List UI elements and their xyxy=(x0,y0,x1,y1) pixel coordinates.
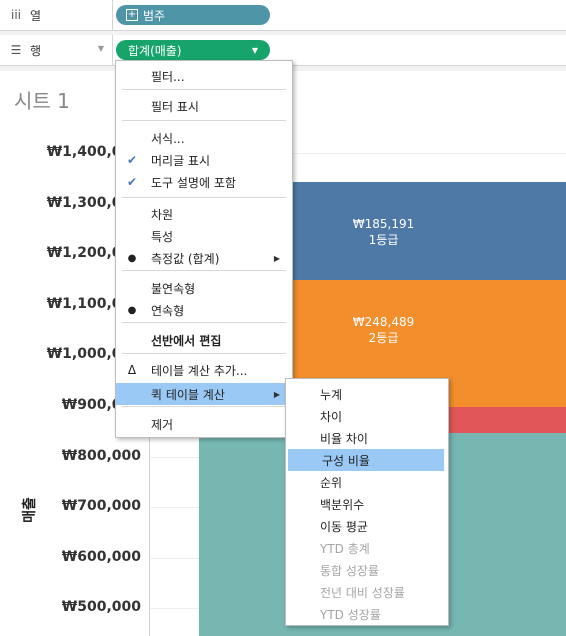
submenu-item-percent-difference[interactable]: 비율 차이 xyxy=(286,427,448,449)
menu-item-show-header[interactable]: ✔ 머리글 표시 xyxy=(116,149,292,171)
submenu-item-label: 차이 xyxy=(320,409,343,424)
menu-item-remove[interactable]: 제거 xyxy=(116,413,292,435)
menu-item-label: 차원 xyxy=(151,207,174,222)
submenu-item-label: 전년 대비 성장률 xyxy=(320,585,405,600)
menu-separator xyxy=(122,406,286,407)
submenu-item-label: 통합 성장률 xyxy=(320,563,380,578)
check-icon: ✔ xyxy=(126,175,138,189)
menu-item-include-in-tooltip[interactable]: ✔ 도구 설명에 포함 xyxy=(116,171,292,193)
submenu-item-label: YTD 총계 xyxy=(320,541,370,556)
submenu-item-rank[interactable]: 순위 xyxy=(286,471,448,493)
submenu-item-label: 이동 평균 xyxy=(320,519,368,534)
menu-item-dimension[interactable]: 차원 xyxy=(116,203,292,225)
submenu-item-label: 순위 xyxy=(320,475,343,490)
columns-shelf[interactable]: iii 열 + 범주 xyxy=(0,0,566,31)
rows-icon: ☰ xyxy=(10,43,22,57)
menu-separator xyxy=(122,353,286,354)
menu-item-attribute[interactable]: 특성 xyxy=(116,225,292,247)
menu-separator xyxy=(122,120,286,121)
submenu-item-label: YTD 성장률 xyxy=(320,607,381,622)
category-pill[interactable]: + 범주 xyxy=(116,5,270,25)
rows-shelf-name: 행 xyxy=(30,43,42,58)
submenu-item-label: 백분위수 xyxy=(320,497,365,512)
check-icon: ✔ xyxy=(126,153,138,167)
menu-item-label: 선반에서 편집 xyxy=(151,333,222,348)
menu-item-label: 도구 설명에 포함 xyxy=(151,175,236,190)
submenu-item-percent-of-total[interactable]: 구성 비율 xyxy=(288,449,444,471)
columns-icon: iii xyxy=(10,8,21,22)
submenu-arrow-icon: ▶ xyxy=(273,389,280,399)
menu-item-add-table-calculation[interactable]: Δ 테이블 계산 추가... xyxy=(116,359,292,381)
menu-item-label: 퀵 테이블 계산 xyxy=(151,387,225,402)
chevron-down-icon[interactable]: ▼ xyxy=(98,44,104,53)
menu-item-label: 연속형 xyxy=(151,303,185,318)
columns-shelf-name: 열 xyxy=(30,8,42,23)
menu-item-label: 테이블 계산 추가... xyxy=(151,363,248,378)
menu-item-label: 특성 xyxy=(151,229,174,244)
menu-item-label: 제거 xyxy=(151,417,174,432)
submenu-item-year-over-year-growth: 전년 대비 성장률 xyxy=(286,581,448,603)
rows-shelf-label: ☰ 행 ▼ xyxy=(0,35,113,65)
menu-separator xyxy=(122,322,286,323)
category-pill-label: 범주 xyxy=(143,8,166,23)
menu-item-label: 서식... xyxy=(151,131,185,146)
delta-icon: Δ xyxy=(127,363,137,377)
menu-item-show-filter[interactable]: 필터 표시 xyxy=(116,95,292,117)
menu-item-label: 불연속형 xyxy=(151,281,196,296)
columns-shelf-label: iii 열 xyxy=(0,0,113,30)
menu-item-continuous[interactable]: ● 연속형 xyxy=(116,299,292,321)
submenu-item-label: 구성 비율 xyxy=(322,453,370,468)
y-tick-label: ₩700,000 xyxy=(61,498,141,515)
y-axis-title: 매출 xyxy=(22,497,38,523)
context-menu: 필터... 필터 표시서식... ✔ 머리글 표시 ✔ 도구 설명에 포함차원특성 ● 측정값… xyxy=(115,60,293,438)
quick-table-calculation-submenu: 누계차이비율 차이구성 비율순위백분위수이동 평균 YTD 총계통합 성장률전년 … xyxy=(285,378,449,626)
menu-item-quick-table-calculation[interactable]: 퀵 테이블 계산 ▶ xyxy=(116,383,292,405)
sheet-title: 시트 1 xyxy=(14,89,70,113)
plus-box-icon[interactable]: + xyxy=(126,9,138,21)
submenu-item-moving-average[interactable]: 이동 평균 xyxy=(286,515,448,537)
y-tick-label: ₩800,000 xyxy=(61,447,141,464)
chevron-down-icon[interactable]: ▼ xyxy=(252,46,258,55)
submenu-item-difference[interactable]: 차이 xyxy=(286,405,448,427)
menu-item-label: 머리글 표시 xyxy=(151,153,211,168)
menu-item-label: 필터 표시 xyxy=(151,99,199,114)
y-tick-label: ₩600,000 xyxy=(61,548,141,565)
submenu-item-label: 누계 xyxy=(320,387,343,402)
y-tick-label: ₩500,000 xyxy=(61,599,141,616)
radio-dot-icon: ● xyxy=(127,252,137,264)
menu-separator xyxy=(122,197,286,198)
submenu-item-ytd-total: YTD 총계 xyxy=(286,537,448,559)
sales-pill[interactable]: 합계(매출) ▼ xyxy=(116,40,270,60)
submenu-item-compound-growth-rate: 통합 성장률 xyxy=(286,559,448,581)
menu-item-measure-sum[interactable]: ● 측정값 (합계) ▶ xyxy=(116,247,292,269)
menu-item-filter[interactable]: 필터... xyxy=(116,65,292,87)
menu-item-label: 필터... xyxy=(151,69,185,84)
submenu-item-ytd-growth: YTD 성장률 xyxy=(286,603,448,625)
submenu-arrow-icon: ▶ xyxy=(273,253,280,263)
radio-dot-icon: ● xyxy=(127,304,137,316)
menu-item-discrete[interactable]: 불연속형 xyxy=(116,277,292,299)
submenu-item-percentile[interactable]: 백분위수 xyxy=(286,493,448,515)
menu-item-label: 측정값 (합계) xyxy=(151,251,220,266)
menu-separator xyxy=(122,270,286,271)
submenu-item-label: 비율 차이 xyxy=(320,431,368,446)
menu-separator xyxy=(122,89,286,90)
submenu-item-running-total[interactable]: 누계 xyxy=(286,383,448,405)
menu-item-format[interactable]: 서식... xyxy=(116,127,292,149)
sales-pill-label: 합계(매출) xyxy=(128,43,182,58)
menu-item-edit-in-shelf[interactable]: 선반에서 편집 xyxy=(116,329,292,351)
